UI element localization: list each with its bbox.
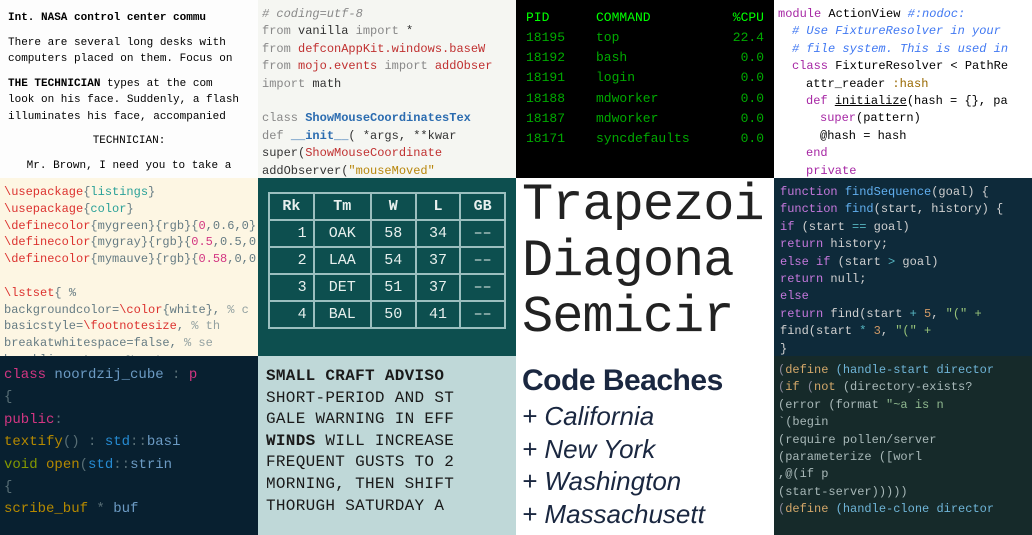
weather-advisory-panel: SMALL CRAFT ADVISO SHORT-PERIOD AND ST G… xyxy=(258,356,516,535)
list-item: + California xyxy=(522,400,768,433)
ruby-code-panel: module ActionView #:nodoc: # Use Fixture… xyxy=(774,0,1032,178)
list-item: + Washington xyxy=(522,465,768,498)
process-row: 18195top22.4 xyxy=(526,28,764,48)
speaker-label: TECHNICIAN: xyxy=(8,133,250,150)
typography-sample-panel: Trapezoi Diagona Semicir xyxy=(516,178,774,356)
display-word: Semicir xyxy=(522,290,768,346)
advisory-heading: SMALL CRAFT ADVISO xyxy=(266,367,444,385)
display-word: Trapezoi xyxy=(522,178,768,234)
screenplay-panel: Int. NASA control center commu There are… xyxy=(0,0,258,178)
standings-table-panel: RkTmWLGB 1OAK5834–– 2LAA5437–– 3DET5137–… xyxy=(258,178,516,356)
character-name: THE TECHNICIAN xyxy=(8,78,100,90)
process-row: 18187mdworker0.0 xyxy=(526,109,764,129)
process-row: 18171syncdefaults0.0 xyxy=(526,129,764,149)
table-row: 4BAL5041–– xyxy=(269,301,505,328)
terminal-top-panel: PIDCOMMAND%CPU 18195top22.4 18192bash0.0… xyxy=(516,0,774,178)
table-row: 1OAK5834–– xyxy=(269,220,505,247)
dialogue-text: Mr. Brown, I need you to take a xyxy=(8,158,250,175)
list-item: + Massachusett xyxy=(522,498,768,531)
table-row: 2LAA5437–– xyxy=(269,247,505,274)
lisp-code-panel: (define (handle-start director (if (not … xyxy=(774,356,1032,535)
panel-title: Code Beaches xyxy=(522,364,768,398)
process-row: 18188mdworker0.0 xyxy=(526,89,764,109)
list-item: + New York xyxy=(522,433,768,466)
process-row: 18192bash0.0 xyxy=(526,48,764,68)
latex-code-panel: \usepackage{listings} \usepackage{color}… xyxy=(0,178,258,356)
standings-table: RkTmWLGB 1OAK5834–– 2LAA5437–– 3DET5137–… xyxy=(268,192,506,329)
code-beaches-panel: Code Beaches + California + New York + W… xyxy=(516,356,774,535)
table-row: 3DET5137–– xyxy=(269,274,505,301)
display-word: Diagona xyxy=(522,234,768,290)
action-text: THE TECHNICIAN types at the comlook on h… xyxy=(8,76,250,126)
col-pid: PID xyxy=(526,8,596,28)
cpp-code-panel: class noordzij_cube : p { public: textif… xyxy=(0,356,258,535)
col-cpu: %CPU xyxy=(714,8,764,28)
scene-heading: Int. NASA control center commu xyxy=(8,10,250,27)
python-code-panel: # coding=utf-8 from vanilla import * fro… xyxy=(258,0,516,178)
javascript-code-panel: function findSequence(goal) { function f… xyxy=(774,178,1032,356)
process-row: 18191login0.0 xyxy=(526,68,764,88)
col-command: COMMAND xyxy=(596,8,714,28)
action-text: There are several long desks with comput… xyxy=(8,35,250,68)
